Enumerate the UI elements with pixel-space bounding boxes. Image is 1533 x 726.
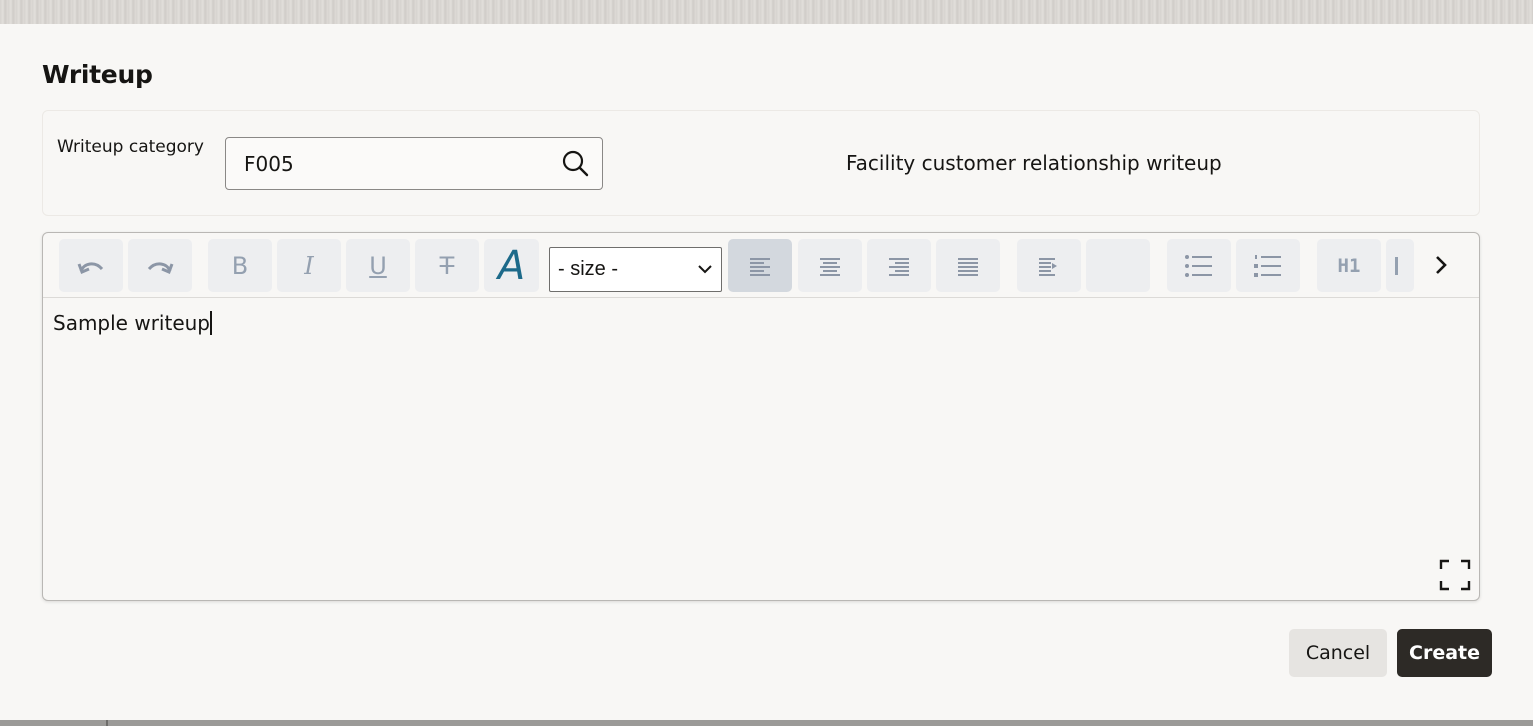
more-format-button[interactable] (1386, 239, 1414, 292)
editor-toolbar: B I U T A - size - H1 (43, 233, 1479, 298)
font-size-value: - size - (558, 258, 618, 280)
indent-icon (1037, 255, 1061, 277)
align-center-icon (818, 255, 842, 277)
search-icon[interactable] (560, 148, 592, 180)
bullet-list-icon (1184, 254, 1214, 278)
chevron-right-icon (1427, 256, 1455, 283)
font-color-button[interactable]: A (484, 239, 539, 292)
numbered-list-button[interactable] (1236, 239, 1300, 292)
underline-icon: U (369, 251, 387, 280)
chevron-down-icon (697, 258, 713, 281)
align-left-button[interactable] (728, 239, 792, 292)
numbered-list-icon (1253, 254, 1283, 278)
undo-icon (76, 256, 106, 276)
fullscreen-button[interactable] (1439, 559, 1471, 591)
create-button[interactable]: Create (1397, 629, 1492, 677)
align-center-button[interactable] (798, 239, 862, 292)
strikethrough-button[interactable]: T (415, 239, 479, 292)
writeup-category-input[interactable] (242, 148, 542, 180)
align-justify-button[interactable] (936, 239, 1000, 292)
editor-content-area[interactable]: Sample writeup (53, 311, 212, 335)
redo-button[interactable] (128, 239, 192, 292)
writeup-dialog: Writeup Writeup category Facility custom… (0, 24, 1533, 720)
align-justify-icon (956, 255, 980, 277)
indent-button[interactable] (1017, 239, 1081, 292)
heading-button[interactable]: H1 (1317, 239, 1381, 292)
bold-icon: B (231, 251, 249, 280)
align-right-icon (887, 255, 911, 277)
writeup-category-description: Facility customer relationship writeup (846, 151, 1222, 175)
overflow-icon (1395, 256, 1398, 275)
font-size-select[interactable]: - size - (549, 247, 722, 292)
redo-icon (145, 256, 175, 276)
writeup-category-label: Writeup category (57, 137, 204, 157)
page-backdrop (0, 0, 1533, 26)
bold-button[interactable]: B (208, 239, 272, 292)
align-right-button[interactable] (867, 239, 931, 292)
undo-button[interactable] (59, 239, 123, 292)
toolbar-next-button[interactable] (1427, 251, 1455, 279)
writeup-category-field[interactable] (225, 137, 603, 190)
outdent-button[interactable] (1086, 239, 1150, 292)
dialog-title: Writeup (42, 60, 153, 89)
editor-content-text: Sample writeup (53, 311, 211, 335)
font-color-icon: A (497, 242, 526, 289)
page-backdrop-bottom (0, 720, 1533, 726)
fullscreen-icon (1439, 559, 1471, 595)
rich-text-editor: B I U T A - size - H1 Sample writeup (42, 232, 1480, 601)
italic-button[interactable]: I (277, 239, 341, 292)
text-caret (210, 311, 212, 335)
heading-icon: H1 (1337, 254, 1361, 277)
cancel-button[interactable]: Cancel (1289, 629, 1387, 677)
align-left-icon (748, 255, 772, 277)
bullet-list-button[interactable] (1167, 239, 1231, 292)
strikethrough-icon: T (439, 251, 455, 280)
underline-button[interactable]: U (346, 239, 410, 292)
italic-icon: I (304, 251, 314, 280)
writeup-category-panel: Writeup category Facility customer relat… (42, 110, 1480, 216)
